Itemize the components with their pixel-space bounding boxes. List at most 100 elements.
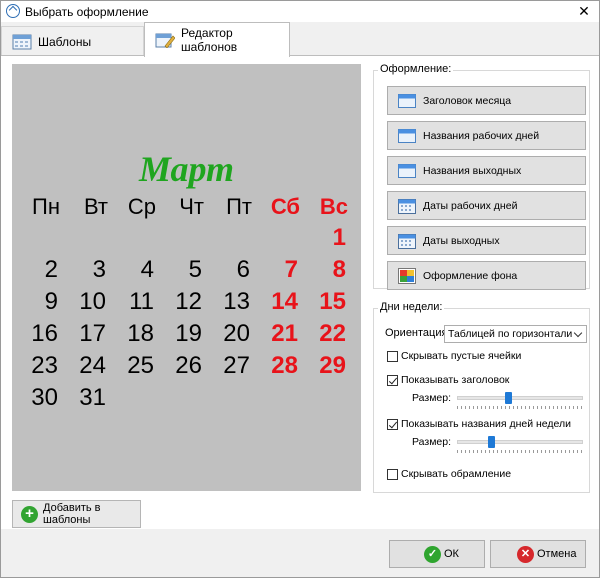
app-icon bbox=[6, 4, 20, 18]
window-icon bbox=[398, 128, 416, 144]
slider-track bbox=[457, 396, 583, 400]
weekday-header-row: Пн Вт Ср Чт Пт Сб Вс bbox=[20, 194, 360, 220]
tab-content: Март Пн Вт Ср Чт Пт Сб Вс 1 2 3 4 5 6 7 8 9 10 11 12 13 14 1… bbox=[1, 55, 599, 529]
orientation-label: Ориентация: bbox=[385, 327, 451, 339]
hide-border-label: Скрывать обрамление bbox=[401, 468, 512, 480]
ok-label: ОК bbox=[444, 548, 459, 560]
style-button[interactable]: Названия выходных bbox=[387, 156, 586, 185]
style-button[interactable]: Даты выходных bbox=[387, 226, 586, 255]
calendar-day: 17 bbox=[79, 320, 106, 347]
tab-template-editor[interactable]: Редактор шаблонов bbox=[144, 22, 290, 57]
calendar-day: 22 bbox=[319, 320, 346, 347]
weekday-label: Вс bbox=[319, 194, 348, 219]
style-button-label: Заголовок месяца bbox=[423, 94, 512, 107]
orientation-value: Таблицей по горизонтали bbox=[448, 328, 573, 340]
calendar-day: 29 bbox=[319, 352, 346, 379]
weekday-label: Вт bbox=[83, 194, 108, 219]
calendar-day: 15 bbox=[319, 288, 346, 315]
calendar-day: 14 bbox=[271, 288, 298, 315]
calendar-preview: Март Пн Вт Ср Чт Пт Сб Вс 1 2 3 4 5 6 7 8 9 10 11 12 13 14 1… bbox=[12, 64, 361, 491]
style-button[interactable]: Заголовок месяца bbox=[387, 86, 586, 115]
calendar-day: 8 bbox=[332, 256, 346, 283]
calendar-day: 25 bbox=[127, 352, 154, 379]
chevron-down-icon bbox=[573, 328, 583, 338]
style-button-label: Даты выходных bbox=[423, 234, 500, 247]
style-button-label: Названия рабочих дней bbox=[423, 129, 540, 142]
orientation-dropdown[interactable]: Таблицей по горизонтали bbox=[444, 325, 587, 343]
tab-template-editor-label: Редактор шаблонов bbox=[181, 26, 238, 54]
month-title: Март bbox=[138, 149, 235, 189]
weekdays-group: Дни недели: Ориентация: Таблицей по гори… bbox=[373, 301, 590, 493]
hide-empty-cells-label: Скрывать пустые ячейки bbox=[401, 350, 522, 362]
calendar-icon bbox=[12, 34, 32, 49]
styling-group-title: Оформление: bbox=[378, 63, 454, 75]
checkbox-box bbox=[387, 350, 398, 362]
ok-button[interactable]: ✓ ОК bbox=[389, 540, 485, 568]
tab-bar: Шаблоны Редактор шаблонов bbox=[1, 22, 599, 57]
calendar-day: 28 bbox=[271, 352, 298, 379]
tab-templates-label: Шаблоны bbox=[38, 34, 92, 49]
palette-icon bbox=[398, 268, 416, 284]
calendar-day: 4 bbox=[140, 256, 154, 283]
slider-thumb[interactable] bbox=[505, 392, 512, 404]
style-button[interactable]: Названия рабочих дней bbox=[387, 121, 586, 150]
calendar-day: 26 bbox=[175, 352, 202, 379]
show-weekday-names-label: Показывать названия дней недели bbox=[401, 418, 572, 430]
dialog-window: Выбрать оформление ✕ Шаблоны Редактор ша… bbox=[0, 0, 600, 578]
weekday-names-size-label: Размер: bbox=[412, 436, 452, 448]
cancel-label: Отмена bbox=[537, 548, 577, 560]
calendar-day: 18 bbox=[127, 320, 154, 347]
checkbox-box bbox=[387, 418, 398, 430]
calendar-day: 19 bbox=[175, 320, 202, 347]
calendar-day: 3 bbox=[92, 256, 106, 283]
show-weekday-names-checkbox[interactable]: Показывать названия дней недели bbox=[387, 418, 571, 430]
calendar-day: 21 bbox=[271, 320, 298, 347]
cancel-button[interactable]: ✕ Отмена bbox=[490, 540, 586, 568]
title-bar: Выбрать оформление ✕ bbox=[1, 1, 599, 22]
checkbox-box bbox=[387, 374, 398, 386]
slider-thumb[interactable] bbox=[488, 436, 495, 448]
header-size-label: Размер: bbox=[412, 392, 452, 404]
styling-group: Оформление: Заголовок месяца Названия раб… bbox=[373, 63, 590, 290]
weekday-label: Пн bbox=[32, 194, 60, 219]
add-to-templates-label: Добавить в шаблоны bbox=[43, 502, 101, 526]
show-header-checkbox[interactable]: Показывать заголовок bbox=[387, 374, 509, 386]
calendar-day: 31 bbox=[79, 384, 106, 411]
slider-ticks bbox=[457, 450, 583, 453]
header-size-slider[interactable] bbox=[457, 392, 583, 410]
weekday-label: Сб bbox=[270, 194, 300, 219]
calendar-day: 13 bbox=[223, 288, 250, 315]
calendar-day: 10 bbox=[79, 288, 106, 315]
close-button[interactable]: ✕ bbox=[573, 2, 595, 20]
footer-bar: ✓ ОК ✕ Отмена bbox=[1, 529, 599, 577]
calendar-day: 9 bbox=[44, 288, 58, 315]
plus-circle-icon: + bbox=[21, 506, 38, 523]
style-button[interactable]: Оформление фона bbox=[387, 261, 586, 290]
slider-track bbox=[457, 440, 583, 444]
calendar-day: 24 bbox=[79, 352, 106, 379]
weekday-names-size-slider[interactable] bbox=[457, 436, 583, 454]
style-button[interactable]: Даты рабочих дней bbox=[387, 191, 586, 220]
weekday-label: Ср bbox=[127, 194, 156, 219]
hide-empty-cells-checkbox[interactable]: Скрывать пустые ячейки bbox=[387, 350, 521, 362]
calendar-edit-icon bbox=[155, 33, 175, 48]
calendar-day: 12 bbox=[175, 288, 202, 315]
calendar-day: 2 bbox=[44, 256, 58, 283]
weekday-label: Пт bbox=[226, 194, 252, 219]
weekday-label: Чт bbox=[179, 194, 204, 219]
calendar-icon bbox=[398, 233, 416, 249]
add-to-templates-button[interactable]: + Добавить в шаблоны bbox=[12, 500, 141, 528]
checkmark-icon: ✓ bbox=[424, 546, 441, 563]
calendar-day: 6 bbox=[236, 256, 250, 283]
calendar-day: 1 bbox=[332, 224, 346, 251]
calendar-day: 11 bbox=[129, 288, 154, 315]
style-button-label: Названия выходных bbox=[423, 164, 522, 177]
style-button-label: Даты рабочих дней bbox=[423, 199, 518, 212]
window-icon bbox=[398, 163, 416, 179]
calendar-day: 30 bbox=[31, 384, 58, 411]
checkbox-box bbox=[387, 468, 398, 480]
tab-templates[interactable]: Шаблоны bbox=[1, 26, 144, 56]
hide-border-checkbox[interactable]: Скрывать обрамление bbox=[387, 468, 511, 480]
calendar-day: 20 bbox=[223, 320, 250, 347]
calendar-day: 27 bbox=[223, 352, 250, 379]
